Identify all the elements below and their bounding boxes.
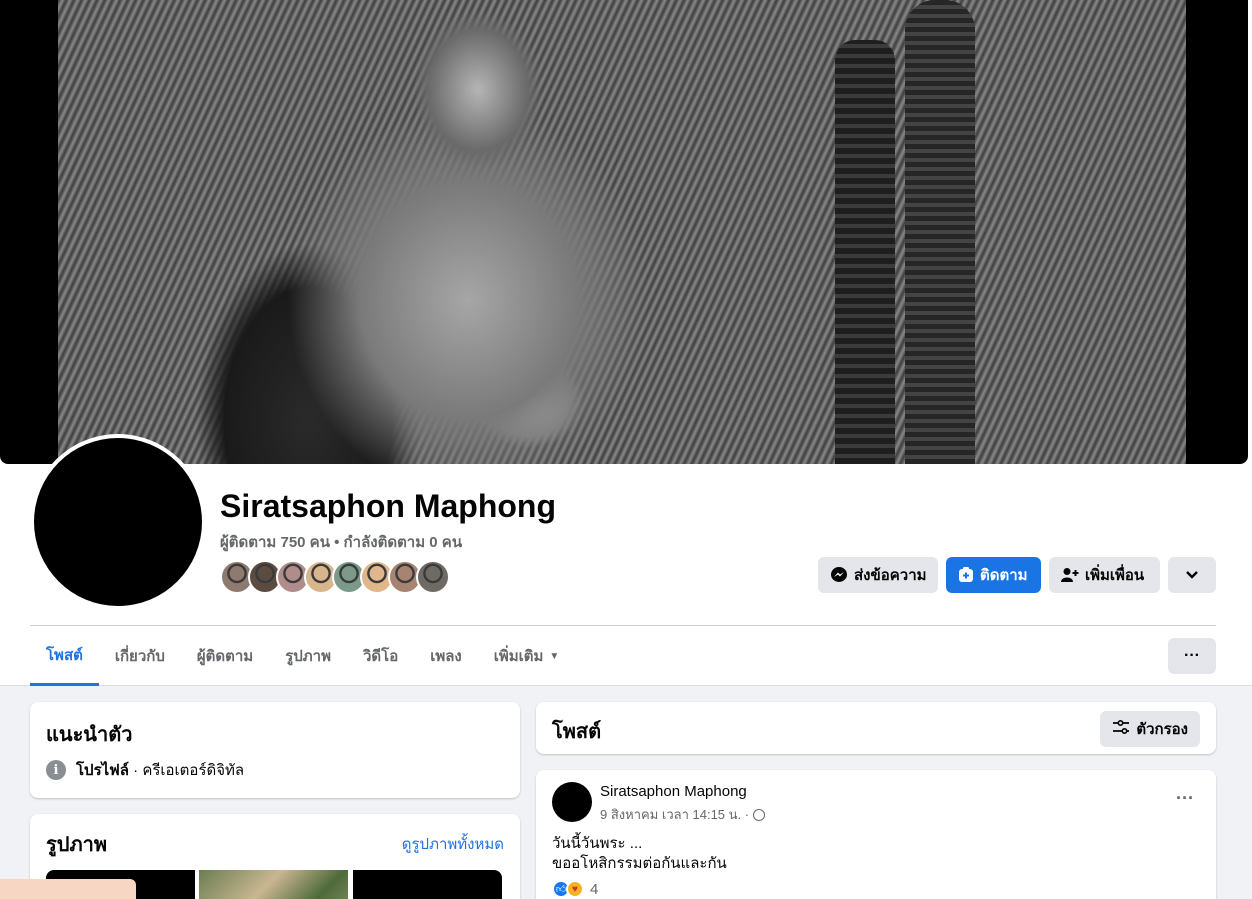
intro-card: แนะนำตัว i โปรไฟล์ · ครีเอเตอร์ดิจิทัล [30, 702, 520, 798]
post-author-avatar[interactable] [552, 782, 592, 822]
tab-label: โพสต์ [46, 646, 83, 664]
tab-videos[interactable]: วิดีโอ [347, 626, 414, 686]
profile-more-button[interactable] [1168, 557, 1216, 593]
reaction-count: 4 [590, 880, 599, 898]
cover-image-tree [905, 0, 975, 464]
tab-label: เพิ่มเติม [493, 648, 544, 665]
filter-icon [1112, 719, 1130, 739]
globe-icon [753, 808, 766, 821]
messenger-icon [830, 566, 848, 584]
follow-label: ติดตาม [980, 567, 1028, 584]
photo-thumbnail[interactable] [199, 870, 348, 899]
post-options-button[interactable]: ··· [1176, 788, 1194, 809]
tab-label: เพลง [430, 648, 462, 665]
tab-label: เกี่ยวกับ [114, 648, 165, 665]
tab-more[interactable]: เพิ่มเติม ▼ [478, 626, 576, 686]
profile-avatar[interactable] [34, 438, 202, 606]
tab-label: วิดีโอ [362, 648, 399, 665]
tab-music[interactable]: เพลง [414, 626, 478, 686]
tab-posts[interactable]: โพสต์ [30, 626, 99, 686]
photo-thumbnail[interactable] [353, 870, 502, 899]
chevron-down-icon [1185, 570, 1199, 580]
photos-title: รูปภาพ [46, 834, 108, 856]
profile-name: Siratsaphon Maphong [220, 488, 556, 524]
filter-label: ตัวกรอง [1136, 721, 1188, 738]
profile-header: Siratsaphon Maphong ผู้ติดตาม 750 คน • ก… [0, 0, 1252, 686]
add-friend-label: เพิ่มเพื่อน [1085, 567, 1145, 584]
caret-down-icon: ▼ [549, 650, 560, 662]
send-message-label: ส่งข้อความ [854, 567, 927, 584]
tab-followers[interactable]: ผู้ติดตาม [181, 626, 269, 686]
follower-stats[interactable]: ผู้ติดตาม 750 คน • กำลังติดตาม 0 คน [220, 530, 462, 554]
chat-popup-edge[interactable] [0, 879, 136, 899]
profile-tabs: โพสต์ เกี่ยวกับ ผู้ติดตาม รูปภาพ วิดีโอ … [30, 626, 575, 686]
tab-label: ผู้ติดตาม [196, 648, 254, 665]
follow-button[interactable]: ติดตาม [946, 557, 1041, 593]
see-all-photos-link[interactable]: ดูรูปภาพทั้งหมด [402, 832, 504, 856]
intro-profile-row: i โปรไฟล์ · ครีเอเตอร์ดิจิทัล [46, 758, 244, 782]
tabs-options-button[interactable]: ··· [1168, 638, 1216, 674]
care-reaction-icon: ♥ [566, 880, 584, 898]
cover-image [58, 0, 1186, 464]
add-friend-button[interactable]: เพิ่มเพื่อน [1049, 557, 1160, 593]
filter-button[interactable]: ตัวกรอง [1100, 711, 1200, 747]
intro-title: แนะนำตัว [46, 724, 133, 746]
tab-photos[interactable]: รูปภาพ [269, 626, 347, 686]
post-author-name[interactable]: Siratsaphon Maphong [600, 783, 747, 800]
follow-icon [958, 567, 974, 583]
tab-label: รูปภาพ [285, 648, 331, 665]
add-friend-icon [1061, 567, 1079, 583]
posts-title: โพสต์ [552, 721, 602, 743]
cover-photo[interactable] [0, 0, 1248, 464]
post-card: Siratsaphon Maphong 9 สิงหาคม เวลา 14:15… [536, 770, 1216, 899]
friend-avatar[interactable] [416, 560, 450, 594]
send-message-button[interactable]: ส่งข้อความ [818, 557, 938, 593]
posts-header-card: โพสต์ ตัวกรอง [536, 702, 1216, 754]
intro-profile-label: โปรไฟล์ [76, 762, 129, 779]
more-dots-icon: ··· [1184, 647, 1200, 664]
cover-image-tree [835, 40, 895, 464]
post-meta: 9 สิงหาคม เวลา 14:15 น. · [600, 804, 766, 825]
intro-profile-text: โปรไฟล์ · ครีเอเตอร์ดิจิทัล [76, 758, 244, 782]
post-reactions[interactable]: 👍︎ ♥ 4 [552, 880, 598, 898]
post-text-line: ขออโหสิกรรมต่อกันและกัน [552, 855, 727, 872]
friend-avatars [220, 560, 450, 594]
info-icon: i [46, 760, 66, 780]
tab-about[interactable]: เกี่ยวกับ [99, 626, 181, 686]
post-timestamp[interactable]: 9 สิงหาคม เวลา 14:15 น. · [600, 804, 749, 825]
intro-profile-category: · ครีเอเตอร์ดิจิทัล [129, 762, 245, 779]
